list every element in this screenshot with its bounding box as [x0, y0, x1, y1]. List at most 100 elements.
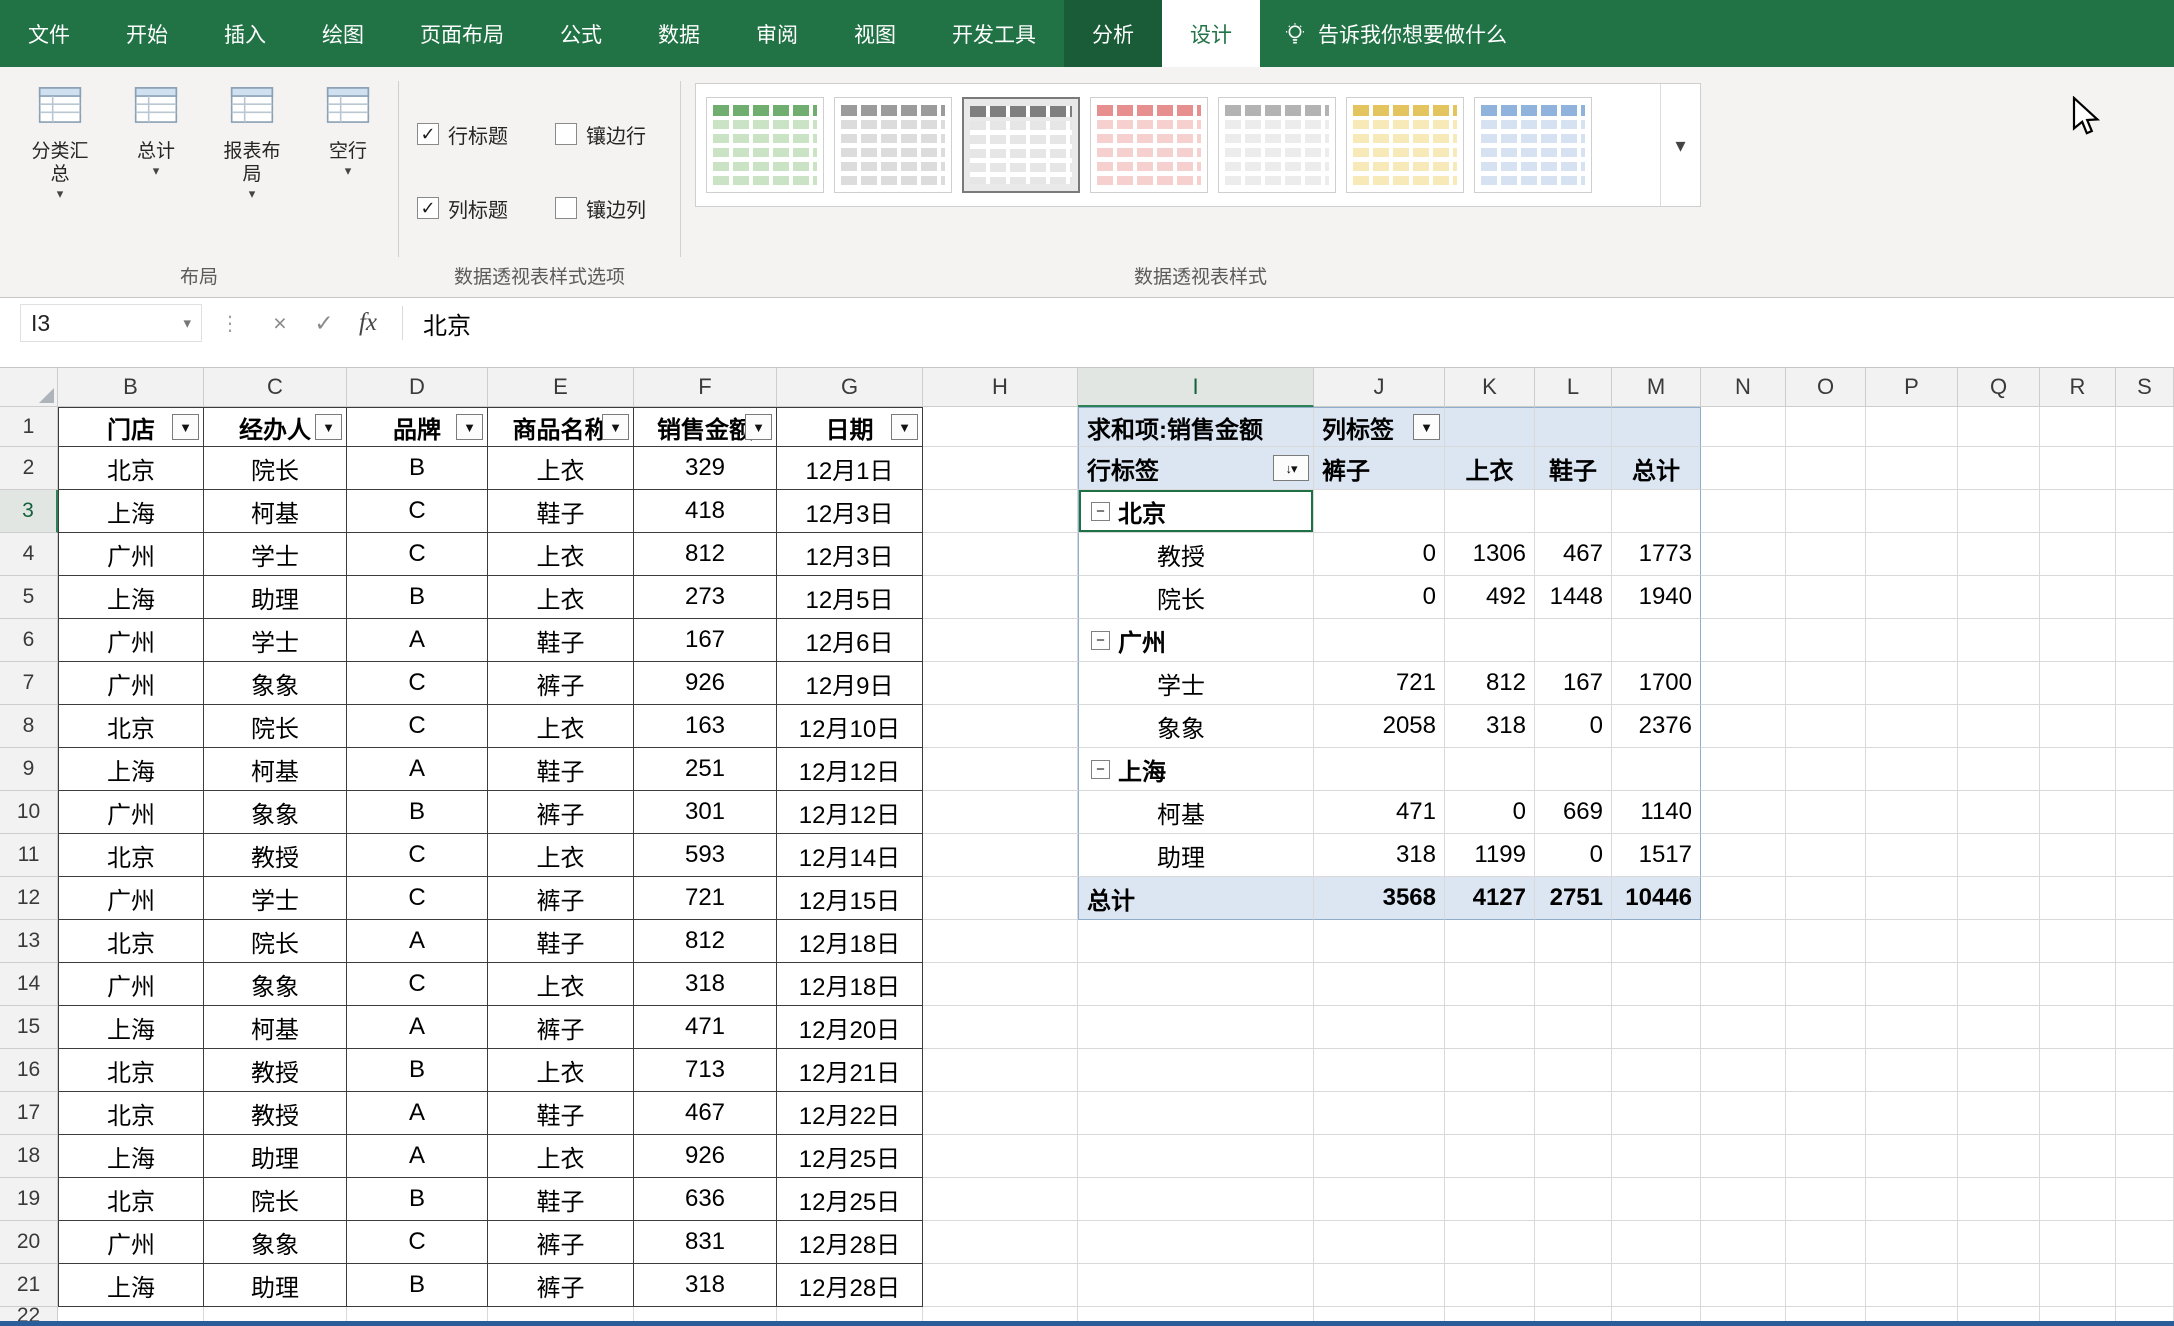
cell-i14[interactable]: [1078, 963, 1314, 1006]
cell-f4[interactable]: 812: [634, 533, 777, 576]
cell-l1[interactable]: [1535, 407, 1612, 447]
cell-e12[interactable]: 裤子: [488, 877, 634, 920]
cell-s14[interactable]: [2116, 963, 2174, 1006]
cell-e3[interactable]: 鞋子: [488, 490, 634, 533]
row-header-13[interactable]: 13: [0, 920, 58, 963]
cell-g20[interactable]: 12月28日: [777, 1221, 923, 1264]
cell-n13[interactable]: [1701, 920, 1786, 963]
cell-r17[interactable]: [2040, 1092, 2116, 1135]
pivot-style-green[interactable]: [706, 97, 824, 193]
cell-g13[interactable]: 12月18日: [777, 920, 923, 963]
ribbon-tab-formulas[interactable]: 公式: [532, 0, 630, 67]
cell-p1[interactable]: [1866, 407, 1958, 447]
cell-c4[interactable]: 学士: [204, 533, 347, 576]
ribbon-tab-insert[interactable]: 插入: [196, 0, 294, 67]
ribbon-tab-design[interactable]: 设计: [1162, 0, 1260, 67]
cell-g4[interactable]: 12月3日: [777, 533, 923, 576]
cell-b9[interactable]: 上海: [58, 748, 204, 791]
cell-j14[interactable]: [1314, 963, 1445, 1006]
cell-p13[interactable]: [1866, 920, 1958, 963]
cell-m9[interactable]: [1612, 748, 1701, 791]
cell-f19[interactable]: 636: [634, 1178, 777, 1221]
cell-i2[interactable]: 行标签↓▾: [1078, 447, 1314, 490]
cell-j6[interactable]: [1314, 619, 1445, 662]
row-header-7[interactable]: 7: [0, 662, 58, 705]
insert-function-button[interactable]: fx: [346, 304, 390, 342]
cell-s19[interactable]: [2116, 1178, 2174, 1221]
row-header-14[interactable]: 14: [0, 963, 58, 1006]
cell-i10[interactable]: 柯基: [1078, 791, 1314, 834]
cell-n8[interactable]: [1701, 705, 1786, 748]
cell-f9[interactable]: 251: [634, 748, 777, 791]
cell-h21[interactable]: [923, 1264, 1078, 1307]
name-box[interactable]: I3 ▾: [20, 304, 202, 342]
row-header-11[interactable]: 11: [0, 834, 58, 877]
cell-q7[interactable]: [1958, 662, 2040, 705]
cell-b17[interactable]: 北京: [58, 1092, 204, 1135]
cell-r4[interactable]: [2040, 533, 2116, 576]
cell-n2[interactable]: [1701, 447, 1786, 490]
cell-f21[interactable]: 318: [634, 1264, 777, 1307]
cell-m20[interactable]: [1612, 1221, 1701, 1264]
collapse-button-guangzhou[interactable]: −: [1091, 631, 1110, 650]
cell-g17[interactable]: 12月22日: [777, 1092, 923, 1135]
row-labels-sort-filter-icon[interactable]: ↓▾: [1273, 455, 1309, 481]
cell-f7[interactable]: 926: [634, 662, 777, 705]
cell-l15[interactable]: [1535, 1006, 1612, 1049]
filter-dropdown-icon-product[interactable]: ▼: [602, 414, 629, 440]
cell-h1[interactable]: [923, 407, 1078, 447]
cell-j18[interactable]: [1314, 1135, 1445, 1178]
cell-h3[interactable]: [923, 490, 1078, 533]
cell-d5[interactable]: B: [347, 576, 488, 619]
cell-l20[interactable]: [1535, 1221, 1612, 1264]
cell-l17[interactable]: [1535, 1092, 1612, 1135]
cell-b6[interactable]: 广州: [58, 619, 204, 662]
cell-f13[interactable]: 812: [634, 920, 777, 963]
cell-c16[interactable]: 教授: [204, 1049, 347, 1092]
cell-g19[interactable]: 12月25日: [777, 1178, 923, 1221]
cell-d9[interactable]: A: [347, 748, 488, 791]
cell-r2[interactable]: [2040, 447, 2116, 490]
cell-f16[interactable]: 713: [634, 1049, 777, 1092]
cell-f11[interactable]: 593: [634, 834, 777, 877]
cell-h20[interactable]: [923, 1221, 1078, 1264]
cell-p9[interactable]: [1866, 748, 1958, 791]
cell-d20[interactable]: C: [347, 1221, 488, 1264]
collapse-button-beijing[interactable]: −: [1091, 502, 1110, 521]
cell-k7[interactable]: 812: [1445, 662, 1535, 705]
cell-r20[interactable]: [2040, 1221, 2116, 1264]
cell-k15[interactable]: [1445, 1006, 1535, 1049]
cell-g15[interactable]: 12月20日: [777, 1006, 923, 1049]
cell-i11[interactable]: 助理: [1078, 834, 1314, 877]
column-header-n[interactable]: N: [1701, 368, 1786, 407]
cell-f10[interactable]: 301: [634, 791, 777, 834]
cell-i8[interactable]: 象象: [1078, 705, 1314, 748]
row-header-3[interactable]: 3: [0, 490, 58, 533]
column-header-c[interactable]: C: [204, 368, 347, 407]
row-header-10[interactable]: 10: [0, 791, 58, 834]
cell-l11[interactable]: 0: [1535, 834, 1612, 877]
cell-r10[interactable]: [2040, 791, 2116, 834]
cell-n19[interactable]: [1701, 1178, 1786, 1221]
cell-p20[interactable]: [1866, 1221, 1958, 1264]
cell-q18[interactable]: [1958, 1135, 2040, 1178]
cell-l14[interactable]: [1535, 963, 1612, 1006]
cell-p16[interactable]: [1866, 1049, 1958, 1092]
cell-q20[interactable]: [1958, 1221, 2040, 1264]
row-header-17[interactable]: 17: [0, 1092, 58, 1135]
cell-e8[interactable]: 上衣: [488, 705, 634, 748]
cell-c13[interactable]: 院长: [204, 920, 347, 963]
cell-b4[interactable]: 广州: [58, 533, 204, 576]
cell-f3[interactable]: 418: [634, 490, 777, 533]
cell-f1[interactable]: 销售金额▼: [634, 407, 777, 447]
cell-l21[interactable]: [1535, 1264, 1612, 1307]
cell-c18[interactable]: 助理: [204, 1135, 347, 1178]
ribbon-tab-file[interactable]: 文件: [0, 0, 98, 67]
cell-g16[interactable]: 12月21日: [777, 1049, 923, 1092]
cell-b13[interactable]: 北京: [58, 920, 204, 963]
column-header-s[interactable]: S: [2116, 368, 2174, 407]
cell-s9[interactable]: [2116, 748, 2174, 791]
cell-m6[interactable]: [1612, 619, 1701, 662]
cell-e17[interactable]: 鞋子: [488, 1092, 634, 1135]
cell-j15[interactable]: [1314, 1006, 1445, 1049]
